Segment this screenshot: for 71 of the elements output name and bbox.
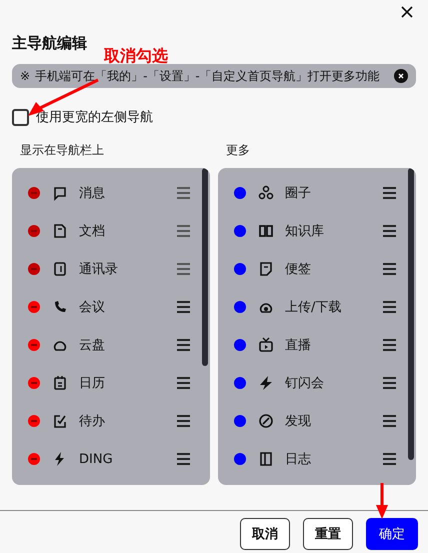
item-label: 消息 [79,185,106,202]
column-heading: 显示在导航栏上 [20,142,105,159]
confirm-button[interactable]: 确定 [366,518,418,550]
item-label: 上传/下载 [285,299,342,316]
item-label: DING [79,452,114,466]
remove-dot[interactable] [28,453,40,465]
item-label: 知识库 [285,223,325,240]
item-label: 通讯录 [79,261,119,278]
add-dot[interactable] [234,263,246,275]
item-label: 钉闪会 [285,375,325,392]
book-icon [258,223,274,239]
phone-icon [52,299,68,315]
add-dot[interactable] [234,339,246,351]
item-label: 日历 [79,375,106,392]
chat-bubble-icon [52,185,68,201]
notice-icon: ※ [20,69,30,83]
remove-dot[interactable] [28,377,40,389]
add-dot[interactable] [234,187,246,199]
column-heading: 更多 [226,142,251,159]
close-icon[interactable] [400,5,414,19]
drag-handle-icon[interactable] [383,301,396,313]
drag-handle-icon[interactable] [383,339,396,351]
remove-dot[interactable] [28,339,40,351]
item-label: 待办 [79,413,106,430]
journal-icon [258,451,274,467]
item-label: 日志 [285,451,312,468]
item-label: 会议 [79,299,106,316]
item-label: 便签 [285,261,312,278]
tv-icon [258,337,274,353]
add-dot[interactable] [234,453,246,465]
drag-handle-icon[interactable] [177,339,190,351]
contact-book-icon [52,261,68,277]
drag-handle-icon[interactable] [177,453,190,465]
item-label: 圈子 [285,185,312,202]
drag-handle-icon[interactable] [177,415,190,427]
document-icon [52,223,68,239]
item-label: 直播 [285,337,312,354]
three-circles-icon [258,185,274,201]
scrollbar[interactable] [408,168,414,460]
checkbox-label[interactable]: 使用更宽的左侧导航 [36,108,153,126]
footer-button[interactable]: 取消 [240,518,290,550]
annotation-arrow [376,483,388,519]
calendar-icon [52,375,68,391]
drag-handle-icon[interactable] [177,377,190,389]
close-icon[interactable] [394,69,408,83]
drag-handle-icon[interactable] [383,415,396,427]
drag-handle-icon[interactable] [383,453,396,465]
add-dot[interactable] [234,415,246,427]
note-icon [258,261,274,277]
checkbox-icon [52,413,68,429]
drag-handle-icon[interactable] [383,377,396,389]
drag-handle-icon[interactable] [383,225,396,237]
remove-dot[interactable] [28,415,40,427]
item-label: 发现 [285,413,312,430]
dialog-title: 主导航编辑 [12,34,88,53]
drag-handle-icon[interactable] [383,263,396,275]
lightning-icon [258,375,274,391]
add-dot[interactable] [234,377,246,389]
checkbox[interactable] [12,108,29,126]
drag-handle-icon[interactable] [383,187,396,199]
add-dot[interactable] [234,301,246,313]
add-dot[interactable] [234,225,246,237]
item-label: 文档 [79,223,106,240]
compass-icon [258,413,274,429]
notice-text: 手机端可在「我的」-「设置」-「自定义首页导航」打开更多功能 [35,68,381,84]
footer-button[interactable]: 重置 [303,518,353,550]
annotation-text: 取消勾选 [104,46,168,66]
remove-dot[interactable] [28,301,40,313]
item-label: 云盘 [79,337,106,354]
scrollbar[interactable] [202,168,208,366]
drag-handle-icon[interactable] [177,301,190,313]
